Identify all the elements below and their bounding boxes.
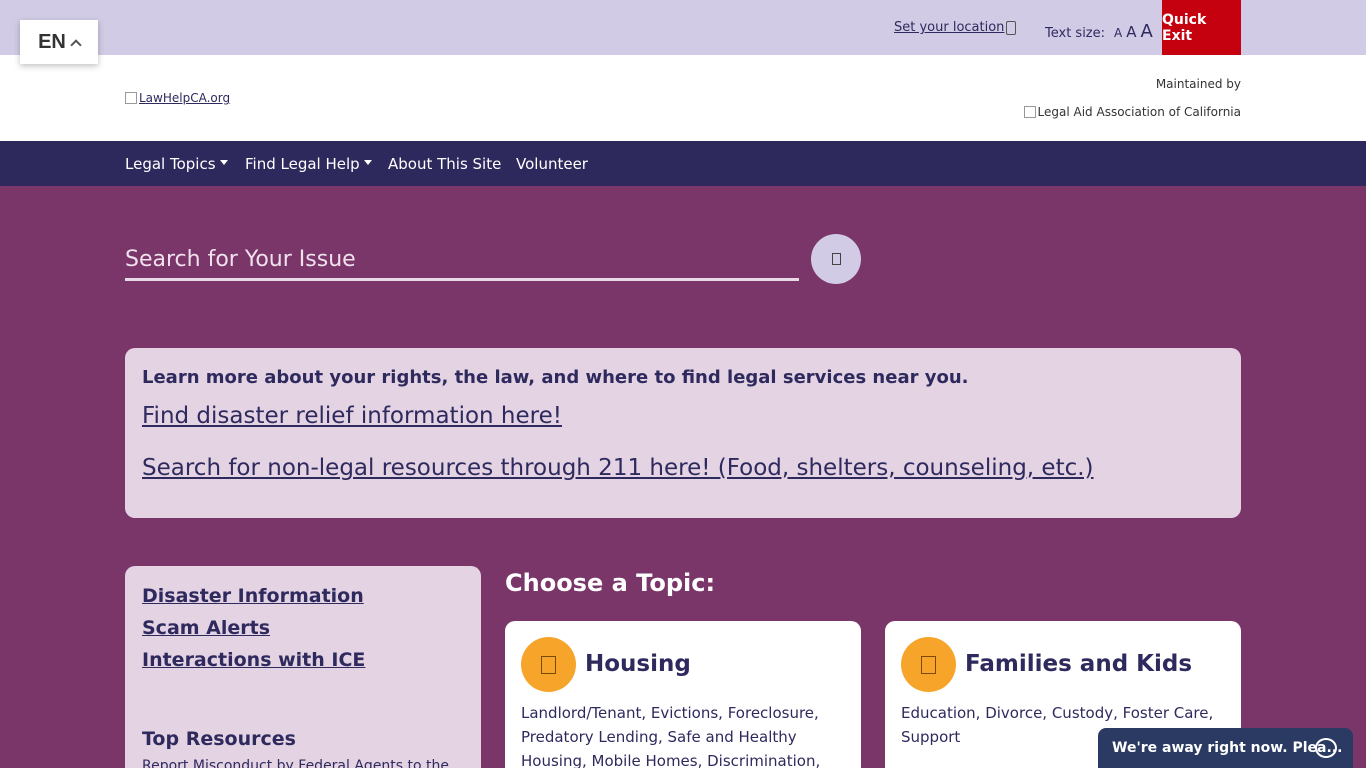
sidebar-link-ice[interactable]: Interactions with ICE [142,649,365,671]
maintained-by-label: Maintained by [1155,77,1241,91]
text-size-control: Text size: A A A [1045,21,1153,42]
info-panel: Learn more about your rights, the law, a… [125,348,1241,518]
disaster-relief-link[interactable]: Find disaster relief information here! [142,403,562,429]
main-nav: Legal Topics Find Legal Help About This … [0,141,1366,186]
caret-down-icon [219,160,228,165]
top-resource-link[interactable]: Report Misconduct by Federal Agents to t… [142,758,462,768]
set-location-link[interactable]: Set your location [894,20,1004,35]
site-header: LawHelpCA.org Maintained by Legal Aid As… [0,55,1366,141]
nav-label: Volunteer [516,155,588,173]
top-resources-heading: Top Resources [142,728,296,750]
sidebar-panel: Disaster Information Scam Alerts Interac… [125,566,481,768]
image-placeholder-icon [125,92,137,104]
family-glyph [921,655,936,674]
caret-down-icon [363,160,372,165]
topic-card-description: Landlord/Tenant, Evictions, Foreclosure,… [521,704,821,768]
resources-211-link[interactable]: Search for non-legal resources through 2… [142,455,1094,481]
partner-logo-alt: Legal Aid Association of California [1037,105,1241,119]
sidebar-link-disaster-information[interactable]: Disaster Information [142,585,364,607]
topic-card-title: Housing [585,651,691,677]
nav-label: Legal Topics [125,155,216,173]
chat-widget[interactable]: We're away right now. Plea... [1098,728,1353,768]
utility-bar: Set your location Text size: A A A Quick… [0,0,1366,55]
text-size-medium-button[interactable]: A [1126,23,1136,41]
housing-icon [521,637,576,692]
location-icon[interactable] [1006,21,1016,35]
search-button[interactable] [811,234,861,284]
chat-bubble-icon [1315,738,1337,758]
site-logo-link[interactable]: LawHelpCA.org [125,91,230,105]
nav-label: Find Legal Help [245,155,360,173]
chevron-up-icon [70,38,82,51]
nav-legal-topics[interactable]: Legal Topics [125,155,228,173]
info-lead-text: Learn more about your rights, the law, a… [142,367,969,388]
sidebar-link-scam-alerts[interactable]: Scam Alerts [142,617,270,639]
search-icon [831,253,841,265]
text-size-large-button[interactable]: A [1141,21,1153,42]
image-placeholder-icon [1023,106,1036,118]
topic-card-title: Families and Kids [965,651,1193,677]
site-logo-alt: LawHelpCA.org [139,91,231,105]
housing-glyph [541,655,556,674]
family-icon [901,637,956,692]
partner-logo-link[interactable]: Legal Aid Association of California [1023,105,1241,119]
text-size-small-button[interactable]: A [1114,26,1122,40]
nav-volunteer[interactable]: Volunteer [516,155,588,173]
choose-topic-heading: Choose a Topic: [505,569,716,597]
nav-label: About This Site [388,155,502,173]
nav-find-legal-help[interactable]: Find Legal Help [245,155,372,173]
language-selector[interactable]: EN [20,20,98,64]
text-size-label: Text size: [1045,26,1106,41]
chat-status-text: We're away right now. Plea... [1112,740,1343,756]
nav-about-this-site[interactable]: About This Site [388,155,501,173]
language-code: EN [38,30,66,53]
quick-exit-button[interactable]: Quick Exit [1162,0,1241,55]
topic-card-housing[interactable]: Housing Landlord/Tenant, Evictions, Fore… [505,621,861,768]
search-input[interactable] [125,240,799,281]
